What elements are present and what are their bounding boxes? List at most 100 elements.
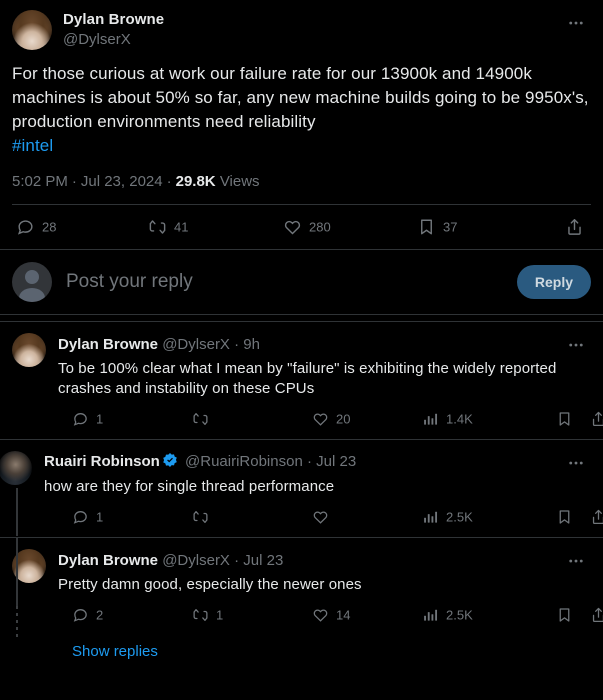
like-icon xyxy=(312,411,329,428)
verified-badge-icon xyxy=(162,452,178,474)
main-tweet-header: Dylan Browne @DylserX xyxy=(12,10,591,50)
reply-icon xyxy=(72,607,89,624)
like-button[interactable] xyxy=(312,509,336,526)
more-options-icon[interactable] xyxy=(561,332,591,358)
reply-content: Dylan Browne @DylserX · 9h To be 100% cl… xyxy=(12,332,591,399)
bookmark-button[interactable] xyxy=(556,607,580,624)
reply-button[interactable]: 1 xyxy=(72,411,103,428)
reply-icon xyxy=(72,509,89,526)
reply-timestamp: · Jul 23 xyxy=(306,453,357,470)
reply-input[interactable]: Post your reply xyxy=(66,271,517,293)
reply-author-handle: @RuairiRobinson xyxy=(185,453,303,470)
share-button[interactable] xyxy=(590,607,603,624)
like-button[interactable]: 20 xyxy=(312,411,350,428)
views-icon xyxy=(422,607,439,624)
repost-button[interactable] xyxy=(192,411,216,428)
reply-item: Dylan Browne @DylserX · 9h To be 100% cl… xyxy=(0,322,603,439)
views-button[interactable]: 1.4K xyxy=(422,411,473,428)
repost-icon xyxy=(148,218,167,237)
main-tweet: Dylan Browne @DylserX For those curious … xyxy=(0,0,603,205)
more-options-icon[interactable] xyxy=(561,450,591,476)
reply-author-line[interactable]: Dylan Browne @DylserX · Jul 23 xyxy=(58,551,561,571)
main-tweet-text: For those curious at work our failure ra… xyxy=(12,64,594,131)
like-icon xyxy=(283,218,302,237)
repost-count: 1 xyxy=(216,607,224,623)
reply-icon xyxy=(16,218,35,237)
share-button[interactable] xyxy=(565,218,591,237)
main-tweet-author-block[interactable]: Dylan Browne @DylserX xyxy=(63,10,561,50)
main-tweet-action-bar: 28 41 280 37 xyxy=(0,205,603,249)
reply-author-name: Dylan Browne xyxy=(58,336,159,353)
repost-button[interactable] xyxy=(192,509,216,526)
reply-column: Dylan Browne @DylserX · 9h To be 100% cl… xyxy=(58,332,591,399)
reply-author-name: Ruairi Robinson xyxy=(44,453,160,470)
like-icon xyxy=(312,607,329,624)
repost-button[interactable]: 1 xyxy=(192,607,223,624)
reply-action-bar: 1 2.5K xyxy=(12,497,603,537)
share-button[interactable] xyxy=(590,509,603,526)
more-options-icon[interactable] xyxy=(561,548,591,574)
repost-icon xyxy=(192,509,209,526)
repost-button[interactable]: 41 xyxy=(148,218,188,237)
reply-author-name: Dylan Browne xyxy=(58,552,159,569)
share-icon xyxy=(590,607,603,624)
avatar-photo-ruairi[interactable] xyxy=(0,451,32,485)
tweet-date: Jul 23, 2024 xyxy=(80,173,163,190)
like-button[interactable]: 14 xyxy=(312,607,350,624)
reply-header: Dylan Browne @DylserX · 9h xyxy=(58,332,591,358)
bookmark-button[interactable] xyxy=(556,509,580,526)
bookmark-count: 37 xyxy=(443,219,458,235)
bookmark-icon xyxy=(556,509,573,526)
views-icon xyxy=(422,411,439,428)
share-button[interactable] xyxy=(590,411,603,428)
reply-timestamp: · Jul 23 xyxy=(234,552,284,569)
views-count: 29.8K xyxy=(175,173,216,190)
avatar-photo-dylan[interactable] xyxy=(12,333,46,367)
reply-composer: Post your reply Reply xyxy=(0,250,603,314)
bookmark-button[interactable] xyxy=(556,411,580,428)
show-replies-link[interactable]: Show replies xyxy=(12,635,591,668)
views-count: 2.5K xyxy=(446,509,473,525)
reply-action-bar: 1 20 1.4K xyxy=(12,399,603,439)
reply-button[interactable]: 2 xyxy=(72,607,103,624)
share-icon xyxy=(590,411,603,428)
hashtag-intel-link[interactable]: #intel xyxy=(12,136,53,155)
reply-content: Dylan Browne @DylserX · Jul 23 Pretty da… xyxy=(12,548,591,595)
repost-icon xyxy=(192,607,209,624)
reply-count: 2 xyxy=(96,607,104,623)
repost-count: 41 xyxy=(174,219,189,235)
share-icon xyxy=(565,218,584,237)
like-count: 20 xyxy=(336,411,351,427)
reply-button[interactable]: 1 xyxy=(72,509,103,526)
reply-author-line[interactable]: Dylan Browne @DylserX · 9h xyxy=(58,335,561,355)
reply-count: 1 xyxy=(96,411,104,427)
repost-icon xyxy=(192,411,209,428)
divider-above-actions xyxy=(12,192,591,205)
views-button[interactable]: 2.5K xyxy=(422,509,473,526)
reply-author-handle: @DylserX xyxy=(162,336,230,353)
avatar-photo-dylan[interactable] xyxy=(12,10,52,50)
views-button[interactable]: 2.5K xyxy=(422,607,473,624)
reply-column: Ruairi Robinson @RuairiRobinson · Jul 23… xyxy=(44,450,591,497)
bookmark-icon xyxy=(556,411,573,428)
reply-author-line[interactable]: Ruairi Robinson @RuairiRobinson · Jul 23 xyxy=(44,452,561,474)
like-count: 280 xyxy=(309,219,331,235)
tweet-detail-page: Dylan Browne @DylserX For those curious … xyxy=(0,0,603,700)
bookmark-icon xyxy=(417,218,436,237)
reply-timestamp: · 9h xyxy=(234,336,260,353)
like-count: 14 xyxy=(336,607,351,623)
reply-content: Ruairi Robinson @RuairiRobinson · Jul 23… xyxy=(0,450,591,497)
views-label: Views xyxy=(219,173,260,190)
like-button[interactable]: 280 xyxy=(283,218,331,237)
reply-author-handle: @DylserX xyxy=(162,552,230,569)
main-tweet-author-name: Dylan Browne xyxy=(63,11,165,28)
bookmark-button[interactable]: 37 xyxy=(417,218,457,237)
more-options-icon[interactable] xyxy=(561,10,591,36)
main-tweet-author-handle: @DylserX xyxy=(63,31,131,48)
reply-item: Dylan Browne @DylserX · Jul 23 Pretty da… xyxy=(0,538,603,668)
reply-header: Ruairi Robinson @RuairiRobinson · Jul 23 xyxy=(44,450,591,476)
meta-separator-2: · xyxy=(166,173,172,190)
reply-button[interactable]: 28 xyxy=(16,218,56,237)
views-icon xyxy=(422,509,439,526)
reply-submit-button[interactable]: Reply xyxy=(516,265,591,299)
